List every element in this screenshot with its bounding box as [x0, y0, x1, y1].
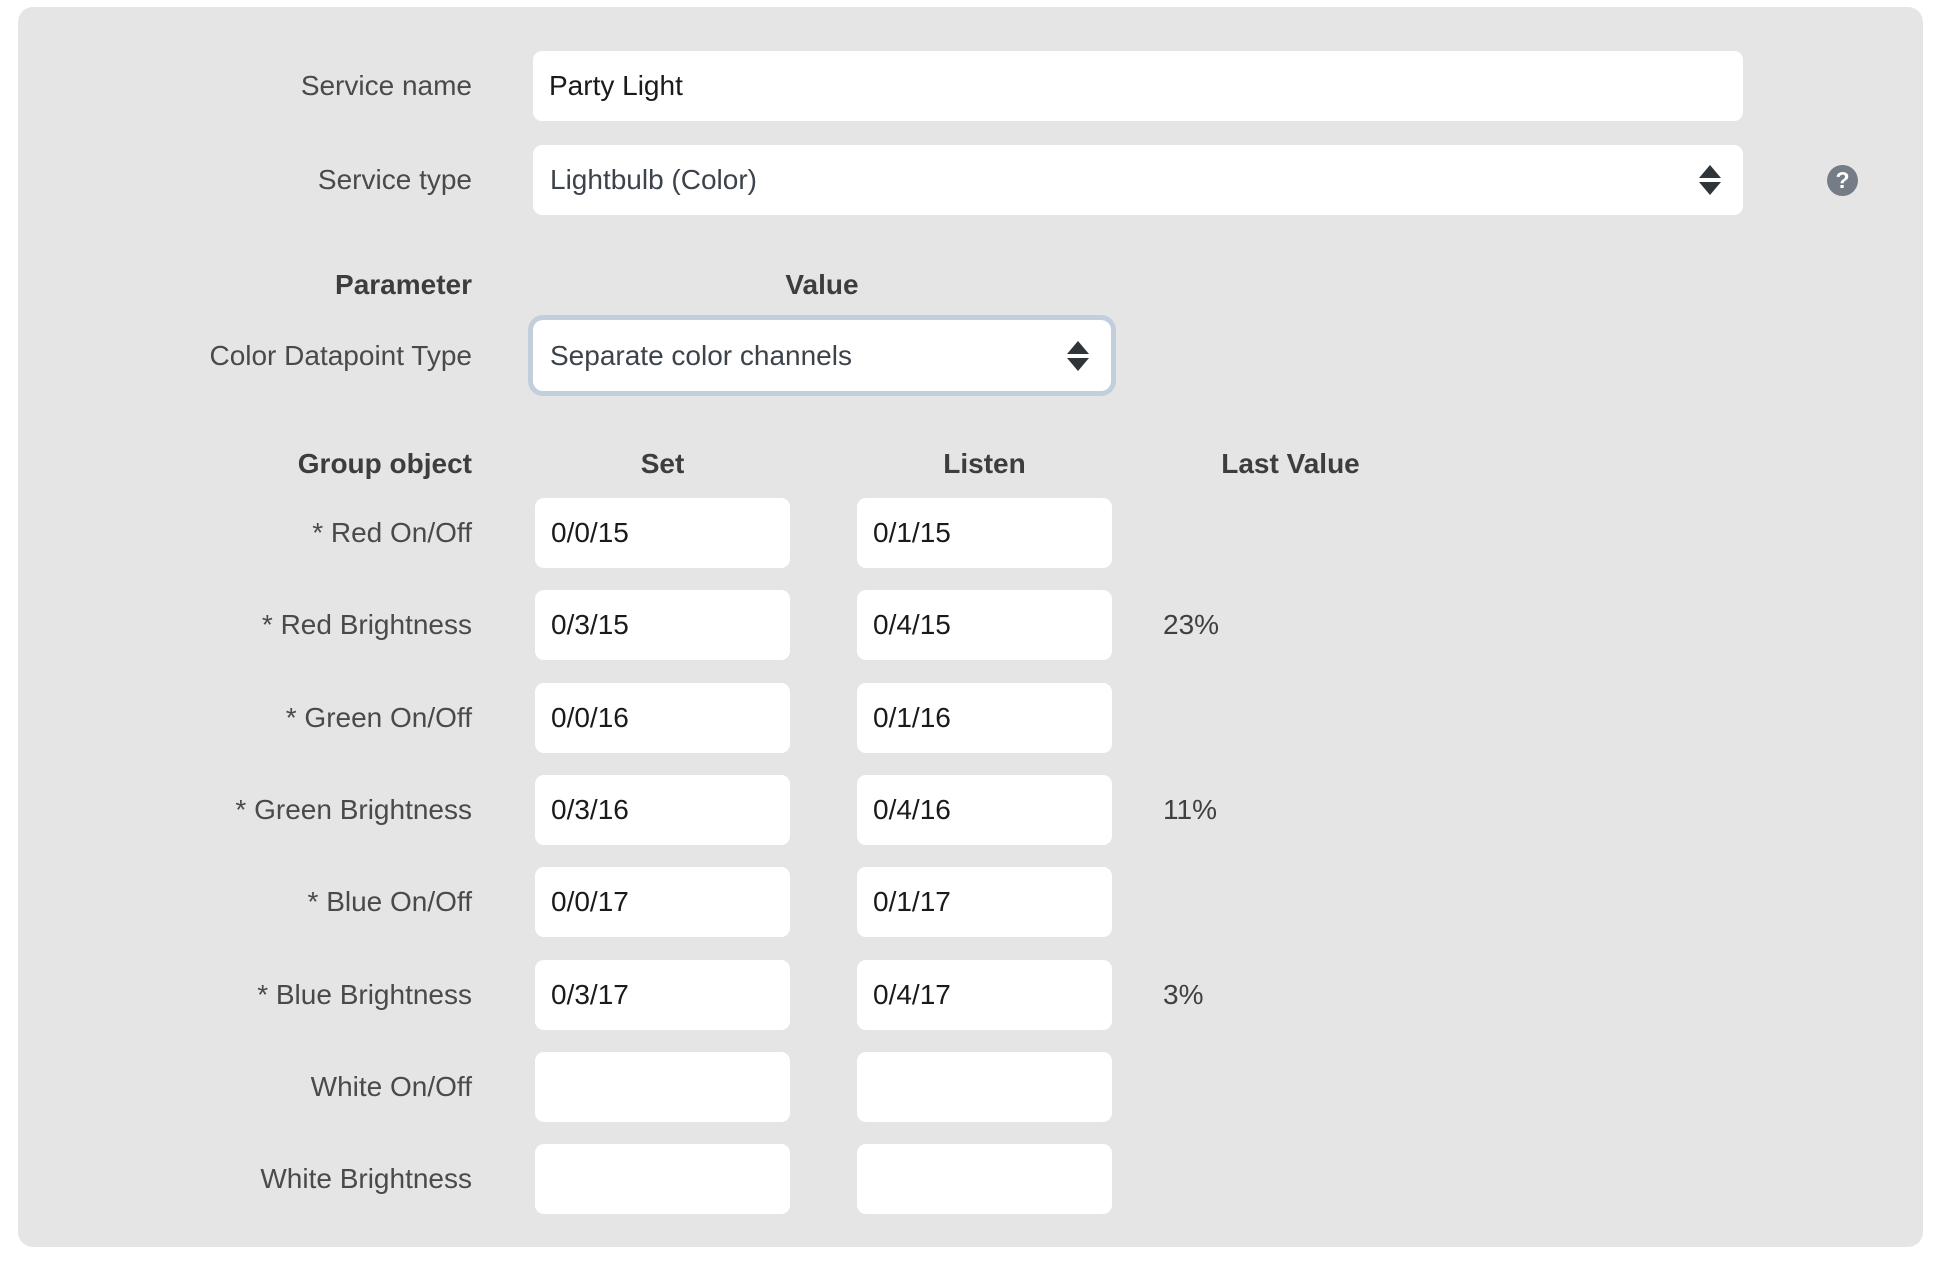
set-column-header: Set [535, 429, 790, 499]
set-input[interactable] [535, 1052, 790, 1122]
group-object-row: * Red Brightness 23% [0, 590, 1936, 660]
last-value: 23% [1163, 590, 1219, 660]
last-value-column-header: Last Value [1163, 429, 1418, 499]
group-object-label: * Red On/Off [0, 498, 472, 568]
group-object-row: * Blue On/Off [0, 867, 1936, 937]
select-arrows-icon [1699, 165, 1721, 195]
set-input[interactable] [535, 867, 790, 937]
set-input[interactable] [535, 590, 790, 660]
group-object-label: White Brightness [0, 1144, 472, 1214]
listen-input[interactable] [857, 1144, 1112, 1214]
group-object-label: * Green On/Off [0, 683, 472, 753]
listen-input[interactable] [857, 683, 1112, 753]
parameter-column-header: Parameter [0, 265, 472, 305]
group-object-row: * Blue Brightness 3% [0, 960, 1936, 1030]
listen-input[interactable] [857, 590, 1112, 660]
value-column-header: Value [533, 265, 1111, 305]
listen-column-header: Listen [857, 429, 1112, 499]
service-type-select[interactable]: Lightbulb (Color) [533, 145, 1743, 215]
select-arrows-icon [1067, 341, 1089, 371]
help-icon[interactable]: ? [1827, 165, 1858, 196]
group-object-label: * Red Brightness [0, 590, 472, 660]
service-type-row: Service type Lightbulb (Color) ? [0, 145, 1936, 215]
listen-input[interactable] [857, 867, 1112, 937]
group-object-label: * Blue On/Off [0, 867, 472, 937]
group-object-row: * Red On/Off [0, 498, 1936, 568]
group-object-header-row: Group object Set Listen Last Value [0, 429, 1936, 499]
set-input[interactable] [535, 498, 790, 568]
group-object-label: * Blue Brightness [0, 960, 472, 1030]
group-object-row: White On/Off [0, 1052, 1936, 1122]
set-input[interactable] [535, 775, 790, 845]
color-datapoint-type-selected-value: Separate color channels [550, 340, 852, 372]
group-object-row: * Green On/Off [0, 683, 1936, 753]
group-object-row: White Brightness [0, 1144, 1936, 1214]
set-input[interactable] [535, 960, 790, 1030]
group-object-column-header: Group object [0, 429, 472, 499]
listen-input[interactable] [857, 498, 1112, 568]
listen-input[interactable] [857, 1052, 1112, 1122]
service-type-label: Service type [0, 145, 472, 215]
last-value: 3% [1163, 960, 1203, 1030]
service-name-label: Service name [0, 51, 472, 121]
service-type-selected-value: Lightbulb (Color) [550, 164, 757, 196]
service-name-input[interactable] [533, 51, 1743, 121]
parameter-header-row: Parameter Value [0, 265, 1936, 305]
color-datapoint-type-row: Color Datapoint Type Separate color chan… [0, 320, 1936, 391]
set-input[interactable] [535, 1144, 790, 1214]
color-datapoint-type-select[interactable]: Separate color channels [533, 320, 1111, 391]
group-object-row: * Green Brightness 11% [0, 775, 1936, 845]
color-datapoint-type-label: Color Datapoint Type [0, 320, 472, 391]
group-object-label: White On/Off [0, 1052, 472, 1122]
set-input[interactable] [535, 683, 790, 753]
service-name-row: Service name [0, 51, 1936, 121]
last-value: 11% [1163, 775, 1217, 845]
listen-input[interactable] [857, 960, 1112, 1030]
group-object-label: * Green Brightness [0, 775, 472, 845]
listen-input[interactable] [857, 775, 1112, 845]
